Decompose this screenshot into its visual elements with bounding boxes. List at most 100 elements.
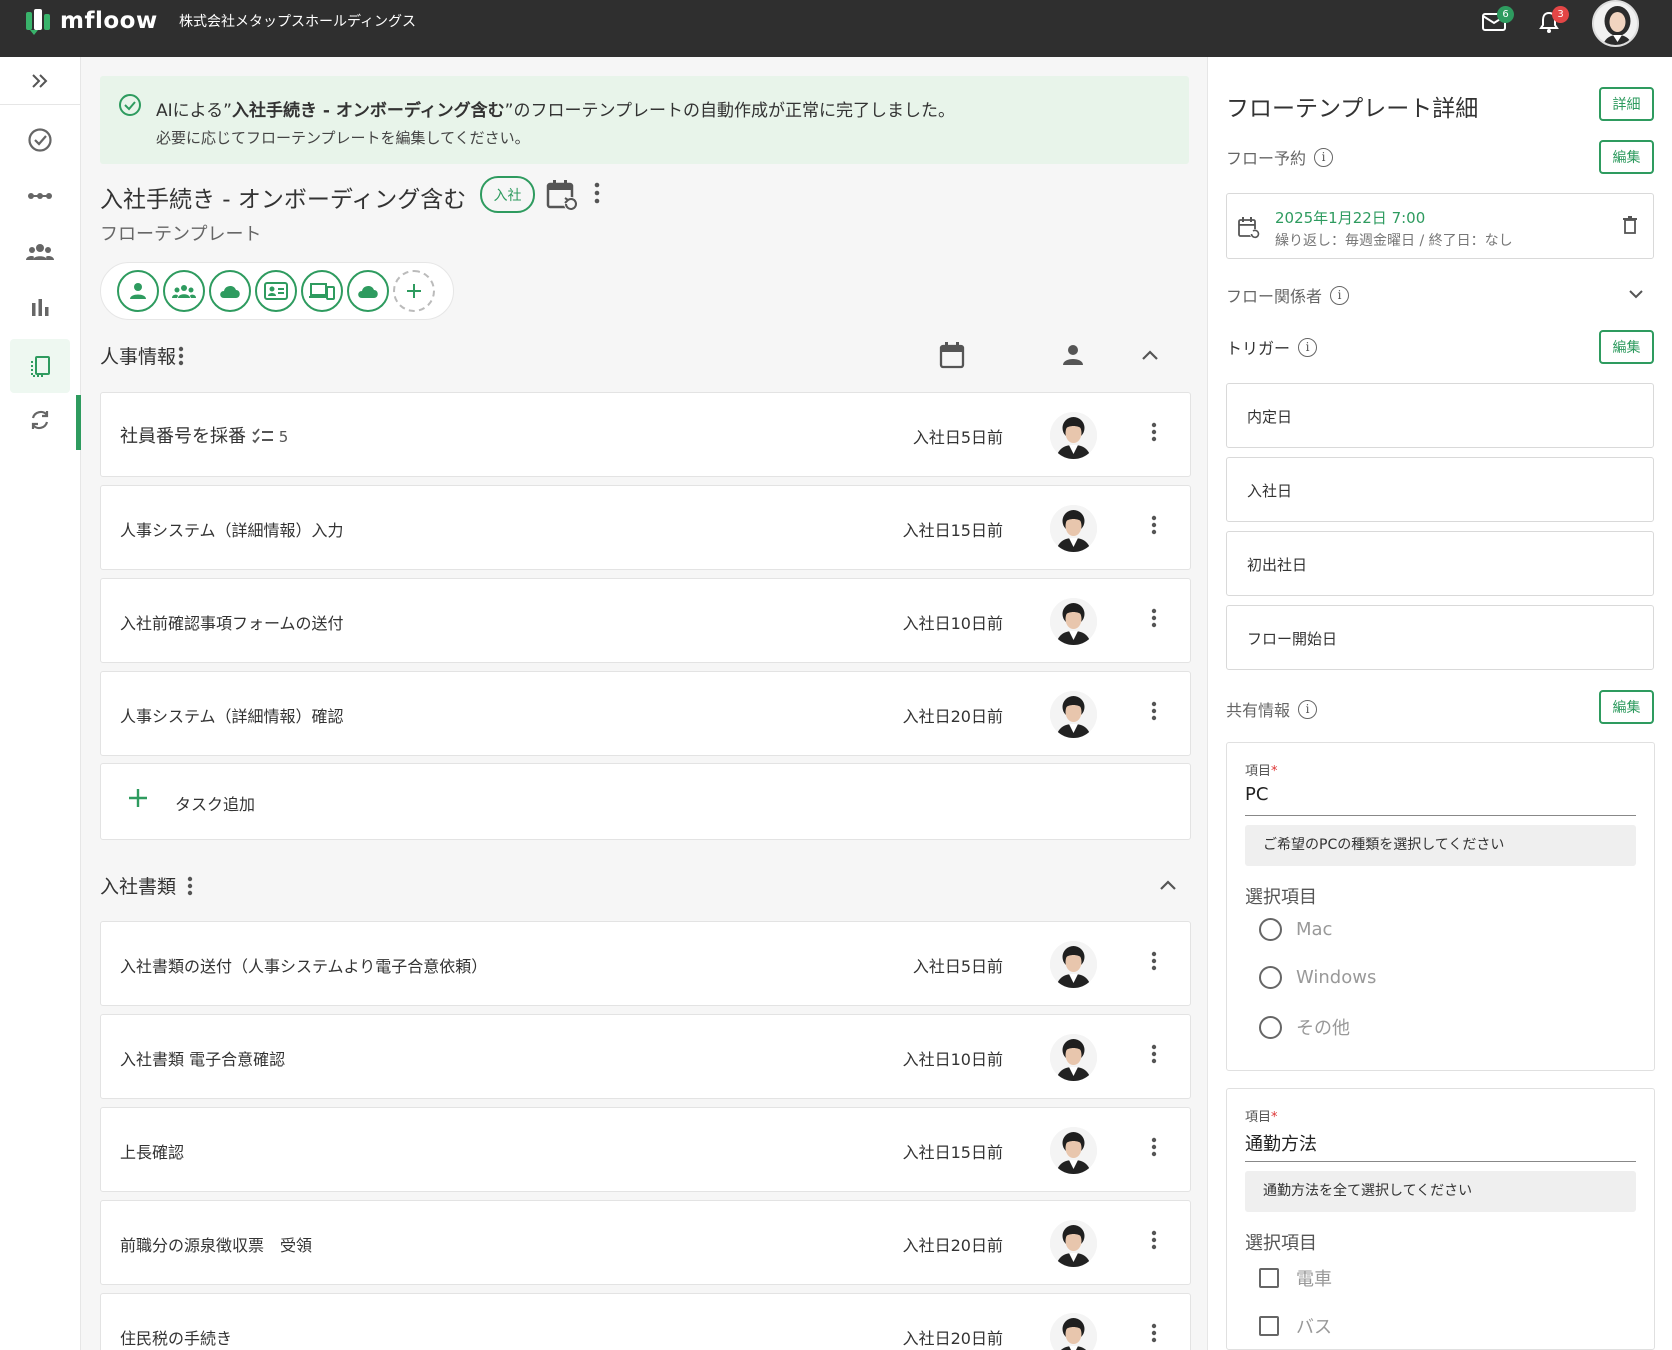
trigger-edit-button[interactable]: 編集 bbox=[1599, 330, 1654, 364]
notification-button[interactable]: 3 bbox=[1535, 6, 1569, 36]
task-more-button[interactable] bbox=[1150, 607, 1158, 633]
assignee-avatar[interactable] bbox=[1050, 1127, 1097, 1174]
more-vertical-icon bbox=[187, 876, 193, 896]
schedule-card[interactable]: 2025年1月22日 7:00 繰り返し：毎週金曜日 / 終了日：なし bbox=[1226, 193, 1654, 259]
category-tag[interactable]: 入社 bbox=[480, 176, 535, 213]
radio-button[interactable] bbox=[1259, 918, 1282, 941]
stakeholders-label[interactable]: フロー関係者 i bbox=[1226, 283, 1350, 307]
schedule-repeat: 繰り返し：毎週金曜日 / 終了日：なし bbox=[1275, 233, 1513, 249]
cloud-chip-2[interactable] bbox=[347, 270, 389, 312]
info-icon[interactable]: i bbox=[1298, 337, 1318, 357]
person-icon bbox=[130, 283, 146, 299]
trigger-label: トリガー i bbox=[1226, 335, 1318, 359]
shared-info-edit-button[interactable]: 編集 bbox=[1599, 690, 1654, 724]
field-label-text: 項目 bbox=[1245, 1110, 1272, 1125]
nav-sync[interactable] bbox=[10, 393, 70, 447]
sync-icon bbox=[31, 410, 49, 430]
assignee-avatar[interactable] bbox=[1050, 505, 1097, 552]
checkbox[interactable] bbox=[1259, 1268, 1279, 1288]
task-row[interactable]: 人事システム（詳細情報）入力 入社日15日前 bbox=[100, 485, 1191, 570]
options-title: 選択項目 bbox=[1245, 1233, 1317, 1254]
task-more-button[interactable] bbox=[1150, 950, 1158, 976]
cloud-chip-1[interactable] bbox=[209, 270, 251, 312]
task-row[interactable]: 前職分の源泉徴収票 受領 入社日20日前 bbox=[100, 1200, 1191, 1285]
task-row[interactable]: 住民税の手続き 入社日20日前 bbox=[100, 1293, 1191, 1350]
task-more-button[interactable] bbox=[1150, 1322, 1158, 1348]
add-stakeholder-button[interactable] bbox=[393, 270, 435, 312]
banner-suffix: ”のフローテンプレートの自動作成が正常に完了しました。 bbox=[504, 101, 955, 121]
add-task-button[interactable]: タスク追加 bbox=[100, 763, 1191, 840]
info-icon[interactable]: i bbox=[1330, 285, 1350, 305]
id-card-chip[interactable] bbox=[255, 270, 297, 312]
task-title: 社員番号を採番 bbox=[120, 426, 246, 447]
task-row[interactable]: 上長確認 入社日15日前 bbox=[100, 1107, 1191, 1192]
assignee-avatar[interactable] bbox=[1050, 412, 1097, 459]
section-collapse-button[interactable] bbox=[1141, 347, 1159, 366]
section-collapse-button[interactable] bbox=[1159, 877, 1177, 896]
radio-option[interactable]: その他 bbox=[1259, 1014, 1350, 1040]
section-more-button[interactable] bbox=[177, 345, 185, 371]
assignee-avatar[interactable] bbox=[1050, 1034, 1097, 1081]
assignee-avatar[interactable] bbox=[1050, 1313, 1097, 1350]
trigger-item[interactable]: 入社日 bbox=[1226, 457, 1654, 522]
nav-flows[interactable] bbox=[10, 169, 70, 223]
nav-reports[interactable] bbox=[10, 281, 70, 335]
sort-by-date-button[interactable] bbox=[939, 341, 965, 373]
nav-expand-button[interactable] bbox=[0, 57, 80, 105]
assignee-avatar[interactable] bbox=[1050, 598, 1097, 645]
task-row[interactable]: 人事システム（詳細情報）確認 入社日20日前 bbox=[100, 671, 1191, 756]
task-more-button[interactable] bbox=[1150, 700, 1158, 726]
task-more-button[interactable] bbox=[1150, 514, 1158, 540]
task-row[interactable]: 社員番号を採番 5 入社日5日前 bbox=[100, 392, 1191, 477]
task-more-button[interactable] bbox=[1150, 1043, 1158, 1069]
radio-option[interactable]: Mac bbox=[1259, 918, 1332, 941]
trash-icon[interactable] bbox=[1623, 216, 1637, 234]
task-row[interactable]: 入社書類 電子合意確認 入社日10日前 bbox=[100, 1014, 1191, 1099]
assignee-avatar[interactable] bbox=[1050, 691, 1097, 738]
info-icon[interactable]: i bbox=[1314, 147, 1334, 167]
radio-button[interactable] bbox=[1259, 1015, 1282, 1039]
assignee-avatar[interactable] bbox=[1050, 941, 1097, 988]
sort-by-assignee-button[interactable] bbox=[1061, 343, 1085, 371]
shared-info-label-text: 共有情報 bbox=[1226, 701, 1291, 720]
radio-button[interactable] bbox=[1259, 966, 1282, 989]
flow-dots-icon bbox=[28, 193, 52, 199]
detail-button[interactable]: 詳細 bbox=[1599, 87, 1654, 121]
task-row[interactable]: 入社前確認事項フォームの送付 入社日10日前 bbox=[100, 578, 1191, 663]
task-row[interactable]: 入社書類の送付（人事システムより電子合意依頼） 入社日5日前 bbox=[100, 921, 1191, 1006]
field-value[interactable]: 通勤方法 bbox=[1245, 1130, 1317, 1156]
checkbox-option[interactable]: バス bbox=[1259, 1313, 1332, 1339]
task-more-button[interactable] bbox=[1150, 1229, 1158, 1255]
schedule-edit-button[interactable]: 編集 bbox=[1599, 140, 1654, 174]
info-icon[interactable]: i bbox=[1298, 699, 1318, 719]
flow-more-button[interactable] bbox=[593, 181, 601, 209]
field-label-text: 項目 bbox=[1245, 764, 1272, 779]
section-more-button[interactable] bbox=[186, 875, 194, 901]
schedule-button[interactable] bbox=[544, 177, 580, 217]
task-due: 入社日10日前 bbox=[902, 614, 1003, 633]
devices-chip[interactable] bbox=[301, 270, 343, 312]
user-avatar[interactable] bbox=[1592, 0, 1639, 47]
person-chip[interactable] bbox=[117, 270, 159, 312]
task-more-button[interactable] bbox=[1150, 421, 1158, 447]
group-chip[interactable] bbox=[163, 270, 205, 312]
task-title: 入社書類 電子合意確認 bbox=[120, 1050, 286, 1069]
task-more-button[interactable] bbox=[1150, 1136, 1158, 1162]
trigger-item[interactable]: 内定日 bbox=[1226, 383, 1654, 448]
trigger-item[interactable]: 初出社日 bbox=[1226, 531, 1654, 596]
top-bar: mfloow 株式会社メタップスホールディングス 6 3 bbox=[0, 0, 1672, 57]
mail-button[interactable]: 6 bbox=[1480, 6, 1514, 36]
checkbox-option[interactable]: 電車 bbox=[1259, 1265, 1332, 1291]
nav-tasks[interactable] bbox=[10, 113, 70, 167]
app-logo[interactable]: mfloow bbox=[24, 6, 158, 36]
assignee-avatar[interactable] bbox=[1050, 1220, 1097, 1267]
task-due: 入社日5日前 bbox=[912, 428, 1003, 447]
chevron-down-icon[interactable] bbox=[1629, 289, 1643, 299]
checkbox[interactable] bbox=[1259, 1316, 1279, 1336]
more-vertical-icon bbox=[1151, 701, 1157, 721]
nav-templates[interactable] bbox=[10, 339, 70, 393]
radio-option[interactable]: Windows bbox=[1259, 966, 1376, 989]
trigger-item[interactable]: フロー開始日 bbox=[1226, 605, 1654, 670]
nav-members[interactable] bbox=[10, 225, 70, 279]
field-value[interactable]: PC bbox=[1245, 784, 1268, 805]
